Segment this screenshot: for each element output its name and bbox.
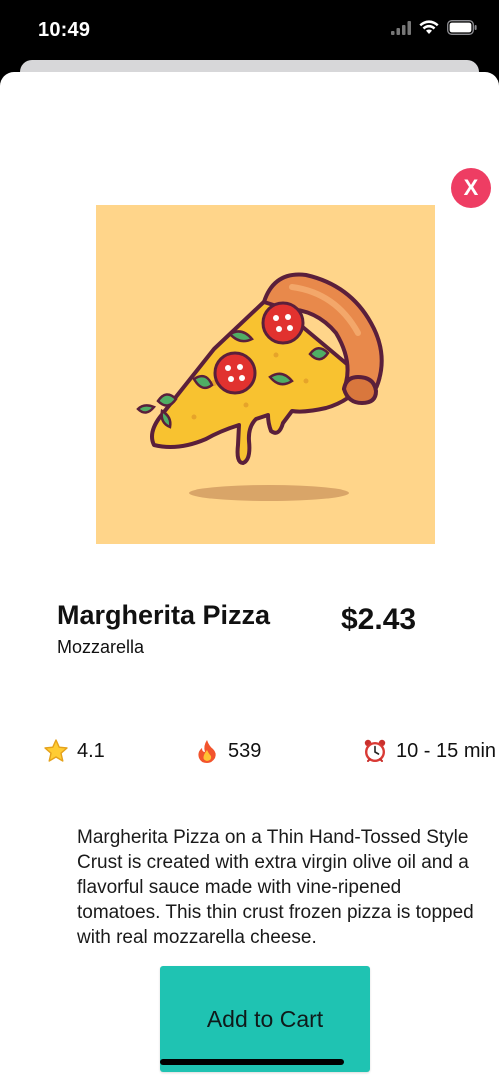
cellular-signal-icon	[391, 20, 411, 35]
close-button[interactable]: X	[451, 168, 491, 208]
status-bar: 10:49	[0, 0, 499, 62]
add-to-cart-button[interactable]: Add to Cart	[160, 966, 370, 1072]
product-description: Margherita Pizza on a Thin Hand-Tossed S…	[77, 827, 474, 948]
battery-icon	[447, 20, 477, 35]
rating-value: 4.1	[77, 739, 105, 762]
calories-stat: 539	[194, 738, 261, 764]
wifi-icon	[419, 20, 439, 34]
close-icon: X	[463, 175, 479, 200]
product-price: $2.43	[341, 603, 417, 636]
alarm-clock-icon	[364, 739, 386, 762]
time-value: 10 - 15 min	[396, 739, 497, 762]
add-to-cart-label: Add to Cart	[206, 1005, 324, 1032]
star-icon	[44, 739, 68, 762]
screen: 10:49 X Margherita Pizza Mozzarella $2.4…	[0, 0, 499, 1080]
status-icons	[391, 20, 477, 35]
product-image	[96, 205, 435, 544]
fire-icon	[198, 740, 216, 763]
product-subtitle: Mozzarella	[57, 637, 145, 657]
status-time: 10:49	[38, 19, 91, 41]
product-detail-sheet: X Margherita Pizza Mozzarella $2.43 4.1 …	[0, 72, 499, 1080]
calories-value: 539	[228, 739, 262, 762]
pizza-slice-illustration	[136, 272, 384, 501]
product-name: Margherita Pizza	[57, 600, 271, 630]
rating-stat: 4.1	[43, 738, 105, 764]
time-stat: 10 - 15 min	[362, 738, 496, 764]
home-indicator	[160, 1059, 344, 1065]
